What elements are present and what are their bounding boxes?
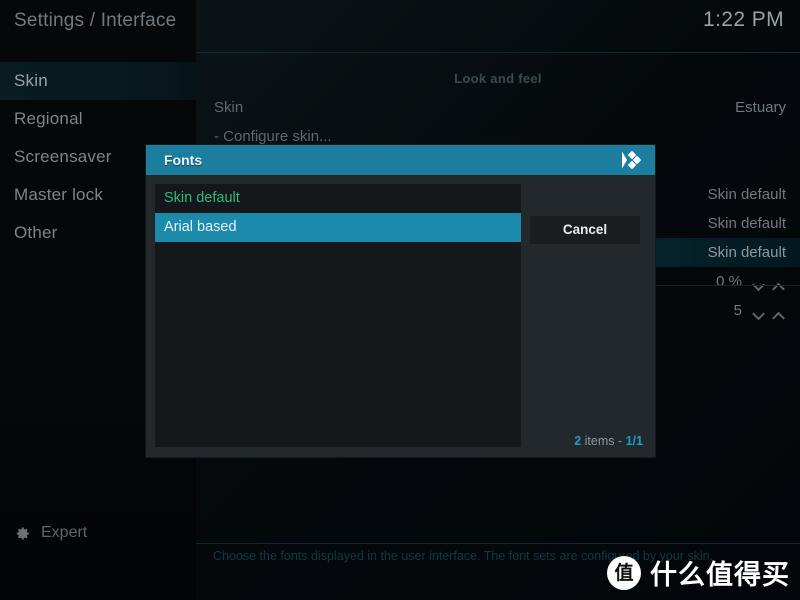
font-option-label: Arial based	[164, 219, 237, 235]
kodi-settings-screen: Settings / Interface 1:22 PM Skin Regiona…	[0, 0, 800, 600]
sidebar-item-skin[interactable]: Skin	[0, 62, 196, 100]
dialog-body: Skin default Arial based Cancel 2 items -…	[146, 175, 655, 457]
settings-row-value: Skin default	[707, 244, 786, 261]
font-option-item[interactable]: Skin default	[155, 184, 521, 213]
spinner-control[interactable]	[750, 275, 788, 292]
top-bar: Settings / Interface 1:22 PM	[0, 0, 800, 52]
clock: 1:22 PM	[702, 8, 784, 31]
item-count-page: 1/1	[625, 434, 643, 448]
help-divider	[196, 543, 800, 544]
font-option-item[interactable]: Arial based	[155, 213, 521, 242]
expert-label: Expert	[41, 524, 88, 541]
watermark-badge: 值	[607, 555, 641, 590]
settings-row-value: 0 %	[716, 273, 742, 290]
dialog-title: Fonts	[164, 152, 203, 168]
font-option-label: Skin default	[164, 190, 240, 206]
breadcrumb: Settings / Interface	[14, 10, 177, 31]
sidebar-item-label: Screensaver	[14, 147, 112, 166]
settings-row-value: Skin default	[707, 215, 786, 232]
watermark: 值 什么值得买	[607, 553, 790, 592]
watermark-text: 什么值得买	[650, 560, 790, 591]
gear-icon	[14, 525, 31, 542]
settings-row-label: Skin	[214, 99, 244, 116]
sidebar-item-label: Regional	[14, 109, 83, 128]
settings-row[interactable]: Skin Estuary	[196, 93, 800, 122]
item-count: 2 items - 1/1	[574, 434, 643, 448]
sidebar-item-label: Other	[14, 223, 58, 242]
fonts-dialog: Fonts Skin default Arial based Cancel 2 i…	[146, 145, 655, 457]
settings-row-value: 5	[733, 302, 742, 319]
sidebar-item-regional[interactable]: Regional	[0, 100, 196, 138]
dialog-header: Fonts	[146, 145, 655, 175]
panel-title: Look and feel	[454, 71, 542, 86]
sidebar-item-label: Master lock	[14, 185, 104, 204]
settings-row-value: Estuary	[735, 99, 786, 116]
item-count-middle: items -	[581, 434, 626, 448]
cancel-button[interactable]: Cancel	[530, 216, 640, 244]
font-option-list[interactable]: Skin default Arial based	[155, 184, 521, 447]
spinner-control[interactable]	[750, 304, 788, 321]
settings-row-value: Skin default	[707, 186, 786, 203]
sidebar-item-label: Skin	[14, 71, 48, 90]
expert-level-button[interactable]: Expert	[14, 524, 87, 542]
